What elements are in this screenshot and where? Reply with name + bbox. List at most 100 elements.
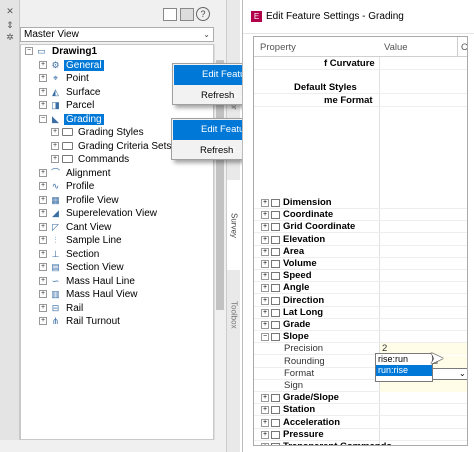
property-group-row[interactable]: + Angle xyxy=(254,282,467,295)
expand-icon[interactable]: + xyxy=(39,303,47,312)
folder-icon xyxy=(62,128,73,137)
format-option[interactable]: rise:run xyxy=(376,354,432,365)
expand-icon[interactable]: + xyxy=(261,223,269,232)
tree-item-label: General xyxy=(64,59,104,71)
expand-icon[interactable]: + xyxy=(261,260,269,268)
mass-haul-icon: ∽ xyxy=(51,275,60,286)
expand-icon[interactable]: + xyxy=(39,168,47,177)
column-header-third[interactable]: C xyxy=(461,42,467,53)
panel-view-icon[interactable] xyxy=(180,8,194,21)
tree-item[interactable]: + ⫶ Sample Line xyxy=(21,234,213,248)
property-group-row[interactable]: + Transparent Commands xyxy=(254,441,467,445)
expand-icon[interactable]: + xyxy=(39,276,47,285)
collapse-icon[interactable]: − xyxy=(261,333,269,342)
column-header-property[interactable]: Property xyxy=(260,42,296,53)
collapse-icon[interactable]: − xyxy=(25,47,33,56)
format-option-selected[interactable]: run:rise xyxy=(376,365,432,376)
property-group-row[interactable]: + Lat Long xyxy=(254,307,467,319)
property-group-row[interactable]: f Curvature xyxy=(254,58,467,70)
property-group-row[interactable]: + Area xyxy=(254,246,467,258)
expand-icon[interactable]: + xyxy=(261,284,269,293)
expand-icon[interactable]: + xyxy=(261,296,269,305)
expand-icon[interactable]: + xyxy=(39,74,47,83)
pin-icon[interactable]: ⇕ xyxy=(5,20,15,30)
expand-icon[interactable]: + xyxy=(261,430,269,439)
tree-item[interactable]: + ⊟ Rail xyxy=(21,302,213,316)
collapse-icon[interactable]: − xyxy=(39,114,47,123)
expand-icon[interactable]: + xyxy=(39,236,47,245)
expand-icon[interactable]: + xyxy=(39,87,47,96)
expand-icon[interactable]: + xyxy=(261,308,269,317)
close-icon[interactable]: ✕ xyxy=(5,6,15,16)
expand-icon[interactable]: + xyxy=(39,182,47,191)
property-group-row[interactable]: + Speed xyxy=(254,270,467,283)
item-view-icon[interactable] xyxy=(163,8,177,21)
expand-icon[interactable]: + xyxy=(261,272,269,281)
expand-icon[interactable]: + xyxy=(261,321,269,329)
expand-icon[interactable]: + xyxy=(39,263,47,272)
folder-icon xyxy=(271,284,280,293)
property-group-row[interactable]: + Pressure xyxy=(254,429,467,441)
expand-icon[interactable]: + xyxy=(39,222,47,231)
expand-icon[interactable]: + xyxy=(261,247,269,256)
expand-icon[interactable]: + xyxy=(51,155,59,164)
dialog-title: Edit Feature Settings - Grading xyxy=(266,11,404,22)
expand-icon[interactable]: + xyxy=(39,290,47,299)
tree-item[interactable]: + ⋔ Rail Turnout xyxy=(21,315,213,329)
property-group-name: Elevation xyxy=(283,233,326,245)
chevron-down-icon[interactable]: ⌄ xyxy=(459,368,466,380)
expand-icon[interactable]: + xyxy=(39,101,47,110)
property-group-row[interactable]: + Dimension xyxy=(254,197,467,209)
column-header-value[interactable]: Value xyxy=(384,42,408,53)
property-group-row[interactable]: + Grade/Slope xyxy=(254,392,467,405)
tree-item[interactable]: + ∿ Profile xyxy=(21,180,213,194)
tree-item-label: Surface xyxy=(66,86,101,98)
help-icon[interactable]: ? xyxy=(196,7,210,21)
expand-icon[interactable]: + xyxy=(261,406,269,415)
property-group-row[interactable]: + Elevation xyxy=(254,233,467,246)
expand-icon[interactable]: + xyxy=(39,249,47,258)
expand-icon[interactable]: + xyxy=(51,128,59,137)
tree-item[interactable]: + ⊥ Section xyxy=(21,248,213,262)
property-group-row[interactable]: + Coordinate xyxy=(254,209,467,222)
property-group-row[interactable]: + Direction xyxy=(254,295,467,307)
tree-item-label: Point xyxy=(66,73,89,84)
expand-icon[interactable]: + xyxy=(39,195,47,204)
expand-icon[interactable]: + xyxy=(261,199,269,207)
expand-icon[interactable]: + xyxy=(39,60,47,69)
tree-item[interactable]: + ▤ Section View xyxy=(21,261,213,275)
expand-icon[interactable]: + xyxy=(261,418,269,427)
property-row[interactable]: Sign xyxy=(254,380,467,392)
tree-item[interactable]: + ⌒ Alignment xyxy=(21,167,213,181)
rail-icon: ⊟ xyxy=(51,302,60,313)
property-group-row[interactable]: + Acceleration xyxy=(254,417,467,429)
tree-item[interactable]: + ▥ Mass Haul View xyxy=(21,288,213,302)
expand-icon[interactable]: + xyxy=(39,317,47,326)
tree-item[interactable]: − ▭ Drawing1 xyxy=(21,45,213,59)
property-group-row[interactable]: − Slope xyxy=(254,331,467,344)
view-select[interactable]: Master View ⌄ xyxy=(20,27,214,42)
tree-item[interactable]: + ∽ Mass Haul Line xyxy=(21,275,213,289)
settings-icon[interactable]: ✲ xyxy=(5,32,15,42)
tree-item[interactable]: + ◸ Cant View xyxy=(21,221,213,235)
tree-item[interactable]: + ◢ Superelevation View xyxy=(21,207,213,221)
folder-icon xyxy=(271,247,280,256)
expand-icon[interactable]: + xyxy=(51,141,59,150)
property-group-row[interactable]: me Format xyxy=(254,95,467,107)
property-group-row[interactable]: + Grid Coordinate xyxy=(254,221,467,234)
property-row[interactable]: Format run:rise ⌄ xyxy=(254,367,467,380)
property-group-row[interactable]: + Station xyxy=(254,404,467,417)
expand-icon[interactable]: + xyxy=(261,443,269,445)
property-group-row[interactable]: Default Styles xyxy=(254,82,467,95)
expand-icon[interactable]: + xyxy=(39,209,47,218)
expand-icon[interactable]: + xyxy=(261,235,269,244)
tree-item[interactable]: + ▦ Profile View xyxy=(21,194,213,208)
rail-turnout-icon: ⋔ xyxy=(51,316,60,327)
tab-survey[interactable]: Survey xyxy=(227,180,241,270)
folder-icon xyxy=(271,406,280,415)
property-group-row[interactable]: + Volume xyxy=(254,258,467,270)
expand-icon[interactable]: + xyxy=(261,394,269,403)
tab-toolbox[interactable]: Toolbox xyxy=(227,270,241,360)
expand-icon[interactable]: + xyxy=(261,211,269,220)
property-group-row[interactable]: + Grade xyxy=(254,319,467,331)
